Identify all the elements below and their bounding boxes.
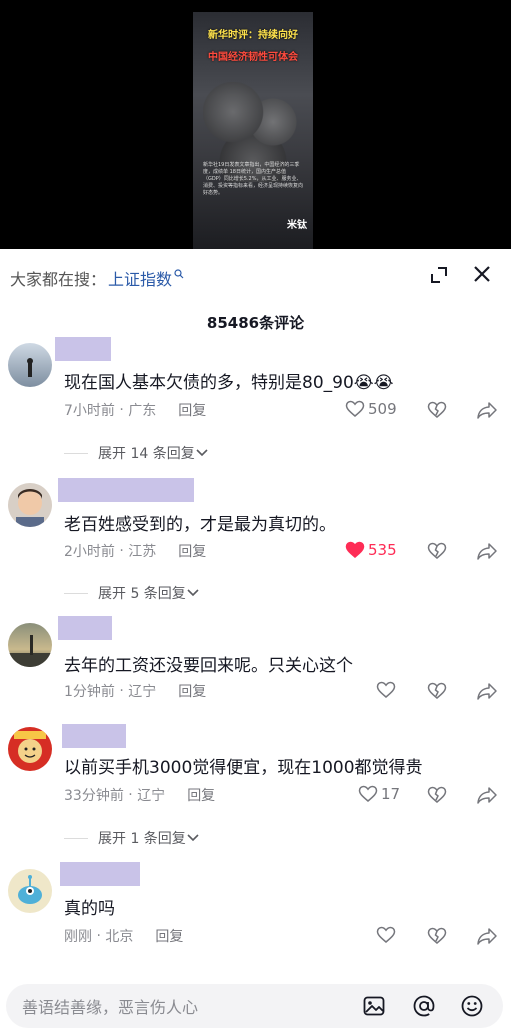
- dislike-heart-icon[interactable]: [427, 926, 447, 946]
- dislike-heart-icon[interactable]: [427, 681, 447, 701]
- comment-input[interactable]: [20, 984, 344, 1030]
- like-button[interactable]: 535: [345, 541, 397, 559]
- comment-text: 老百姓感受到的，才是最为真切的。: [64, 515, 336, 535]
- comment-location: 江苏: [128, 544, 157, 560]
- heart-icon: [376, 681, 396, 698]
- share-icon[interactable]: [476, 926, 498, 946]
- fullscreen-icon[interactable]: [428, 264, 450, 286]
- comment-location: 广东: [128, 403, 157, 419]
- avatar[interactable]: [8, 623, 52, 667]
- reply-button[interactable]: 回复: [178, 681, 206, 701]
- video-title-line2: 中国经济韧性可体会: [208, 52, 298, 63]
- divider: [64, 452, 88, 454]
- share-icon[interactable]: [476, 681, 498, 701]
- divider: [64, 592, 88, 594]
- comment-location: 辽宁: [128, 684, 157, 700]
- chevron-down-icon: [187, 834, 199, 842]
- image-icon[interactable]: [362, 994, 386, 1018]
- video-title-line1: 新华时评：持续向好: [208, 30, 298, 41]
- like-button[interactable]: [376, 681, 399, 699]
- reply-button[interactable]: 回复: [178, 400, 206, 420]
- comment-time: 33分钟前: [64, 788, 124, 804]
- expand-replies-button[interactable]: 展开 1 条回复: [64, 828, 200, 848]
- expand-replies-label: 展开 5 条回复: [98, 586, 186, 602]
- comment-time: 7小时前: [64, 403, 115, 419]
- expand-replies-label: 展开 14 条回复: [98, 446, 195, 462]
- heart-icon: [345, 400, 365, 417]
- like-button[interactable]: 509: [345, 400, 397, 418]
- comment-meta: 2小时前 · 江苏 回复: [64, 541, 207, 561]
- emoji-icon[interactable]: [460, 994, 484, 1018]
- dislike-heart-icon[interactable]: [427, 400, 447, 420]
- comment-location: 辽宁: [137, 788, 166, 804]
- share-icon[interactable]: [476, 785, 498, 805]
- search-term-link[interactable]: 上证指数: [108, 266, 172, 290]
- reply-button[interactable]: 回复: [178, 541, 206, 561]
- heart-icon: [358, 785, 378, 802]
- dislike-heart-icon[interactable]: [427, 541, 447, 561]
- close-icon[interactable]: [470, 262, 494, 286]
- like-count: 17: [381, 785, 401, 803]
- search-icon: [174, 269, 184, 279]
- comment-time: 2小时前: [64, 544, 115, 560]
- comment-input-bar: [6, 984, 503, 1030]
- comment-time: 1分钟前: [64, 684, 115, 700]
- comment-text: 去年的工资还没要回来呢。只关心这个: [64, 656, 353, 676]
- username-redacted[interactable]: [58, 478, 194, 502]
- like-count: 535: [368, 541, 397, 559]
- comment-meta: 33分钟前 · 辽宁 回复: [64, 785, 216, 805]
- at-mention-icon[interactable]: [412, 994, 436, 1018]
- reply-button[interactable]: 回复: [155, 926, 183, 946]
- video-caption: 新华社19日发表文章指出，中国经济的三季度，成绩单 18日统计，国内生产总值（G…: [203, 162, 304, 196]
- avatar[interactable]: [8, 343, 52, 387]
- comment-text: 以前买手机3000觉得便宜，现在1000都觉得贵: [64, 758, 423, 778]
- expand-replies-button[interactable]: 展开 5 条回复: [64, 583, 200, 603]
- username-redacted[interactable]: [58, 616, 112, 640]
- username-redacted[interactable]: [60, 862, 140, 886]
- like-count: 509: [368, 400, 397, 418]
- comment-count: 85486条评论: [206, 314, 305, 332]
- reply-button[interactable]: 回复: [187, 785, 215, 805]
- chevron-down-icon: [196, 449, 208, 457]
- search-prefix: 大家都在搜：: [10, 270, 107, 289]
- dislike-heart-icon[interactable]: [427, 785, 447, 805]
- heart-icon: [376, 926, 396, 943]
- share-icon[interactable]: [476, 400, 498, 420]
- comment-meta: 7小时前 · 广东 回复: [64, 400, 207, 420]
- divider: [64, 837, 88, 839]
- video-player[interactable]: 新华时评：持续向好 中国经济韧性可体会 新华社19日发表文章指出，中国经济的三季…: [0, 0, 511, 249]
- comment-text: 真的吗: [64, 899, 115, 919]
- video-signature: 米钛: [287, 220, 307, 231]
- heart-filled-icon: [345, 541, 365, 558]
- comment-meta: 刚刚 · 北京 回复: [64, 926, 184, 946]
- comment-text: 现在国人基本欠债的多，特别是80_90😭😭: [64, 373, 394, 393]
- expand-replies-label: 展开 1 条回复: [98, 831, 186, 847]
- comment-meta: 1分钟前 · 辽宁 回复: [64, 681, 207, 701]
- chevron-down-icon: [187, 589, 199, 597]
- search-suggestion[interactable]: 大家都在搜： 上证指数: [10, 264, 184, 292]
- comment-time: 刚刚: [64, 929, 92, 945]
- avatar[interactable]: [8, 483, 52, 527]
- video-thumbnail[interactable]: 新华时评：持续向好 中国经济韧性可体会 新华社19日发表文章指出，中国经济的三季…: [193, 12, 313, 249]
- expand-replies-button[interactable]: 展开 14 条回复: [64, 443, 209, 463]
- like-button[interactable]: [376, 926, 399, 944]
- share-icon[interactable]: [476, 541, 498, 561]
- like-button[interactable]: 17: [358, 785, 400, 803]
- comment-location: 北京: [105, 929, 134, 945]
- avatar[interactable]: [8, 727, 52, 771]
- username-redacted[interactable]: [62, 724, 126, 748]
- username-redacted[interactable]: [55, 337, 111, 361]
- avatar[interactable]: [8, 869, 52, 913]
